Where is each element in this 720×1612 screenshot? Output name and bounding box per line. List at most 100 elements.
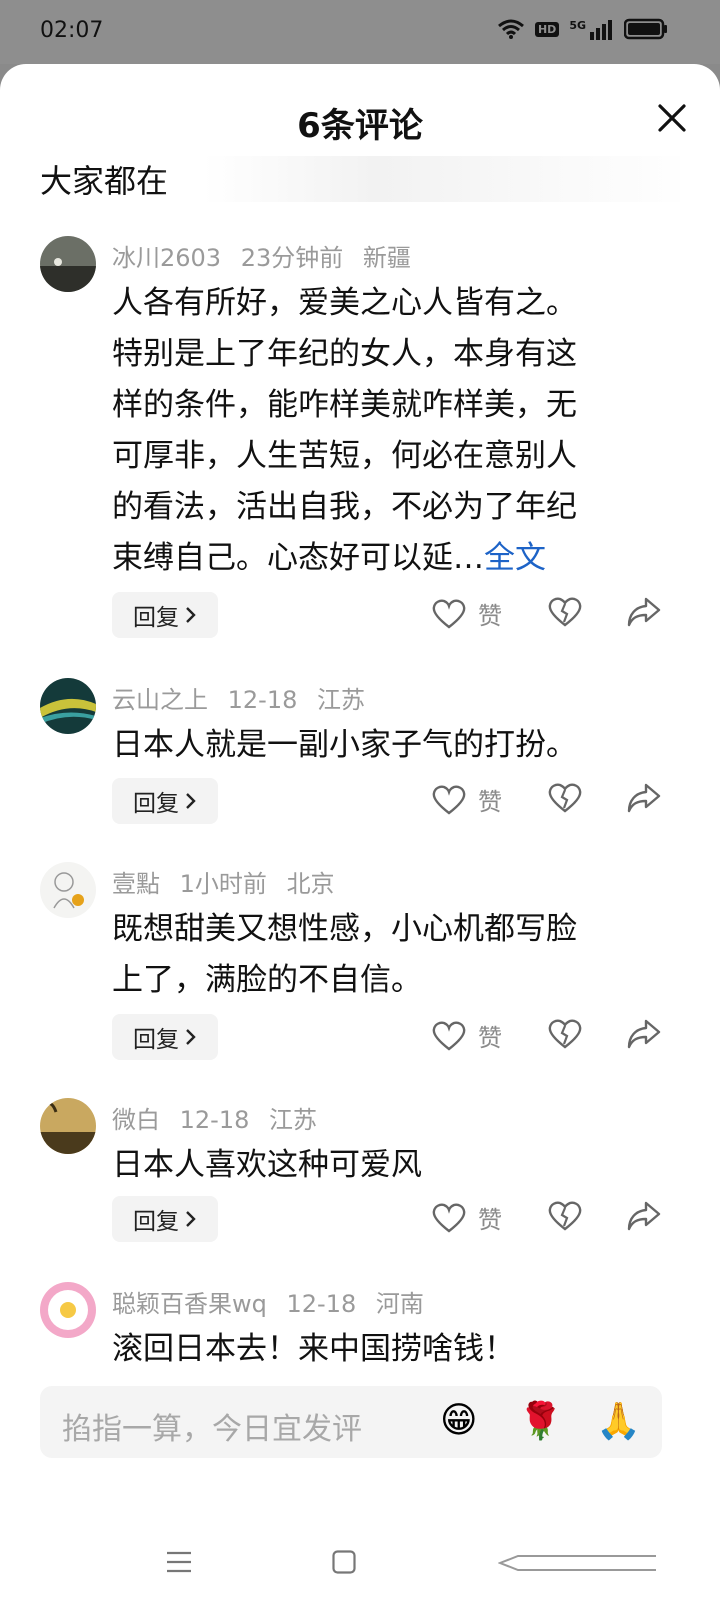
comment-text: 日本人就是一副小家子气的打扮。	[112, 720, 652, 771]
comment-location: 新疆	[362, 244, 411, 272]
comment-location: 江苏	[269, 1106, 318, 1134]
comment-username[interactable]: 壹點	[112, 870, 160, 898]
status-icons: HD 5G	[497, 18, 668, 40]
like-label: 赞	[478, 602, 502, 630]
comment-username[interactable]: 冰川2603	[112, 244, 221, 272]
share-icon[interactable]	[626, 1200, 662, 1232]
broken-heart-icon[interactable]	[548, 782, 582, 814]
status-time: 02:07	[40, 18, 104, 43]
like-label: 赞	[478, 788, 502, 816]
comment-input[interactable]: 掐指一算，今日宜发评 😁 🌹 🙏	[40, 1386, 662, 1458]
reply-button[interactable]: 回复	[112, 778, 218, 824]
back-icon[interactable]	[498, 1554, 658, 1572]
comment-actions: 回复 赞	[112, 592, 682, 638]
scrolling-fade	[160, 156, 680, 202]
network-type-badge: 5G	[569, 18, 586, 32]
comment-line: 人各有所好，爱美之心人皆有之。	[112, 285, 577, 321]
comment-username[interactable]: 聪颖百香果wq	[112, 1290, 267, 1318]
comment-line: 束缚自己。心态好可以延…	[112, 540, 484, 576]
grin-emoji-icon[interactable]: 😁	[440, 1400, 478, 1441]
reply-label: 回复	[133, 1209, 179, 1235]
comment-line: 上了，满脸的不自信。	[112, 962, 422, 998]
chevron-right-icon	[186, 1029, 196, 1045]
heart-icon	[432, 599, 466, 629]
comment-line-last: 束缚自己。心态好可以延…全文	[112, 533, 652, 584]
scrolling-hint-text: 大家都在	[40, 162, 169, 200]
broken-heart-icon[interactable]	[548, 1200, 582, 1232]
comment-meta: 聪颖百香果wq 12-18 河南	[112, 1284, 436, 1319]
comment-time: 12-18	[286, 1290, 357, 1318]
reply-label: 回复	[133, 1027, 179, 1053]
broken-heart-icon[interactable]	[548, 596, 582, 628]
system-nav-bar	[0, 1504, 720, 1612]
pray-emoji-icon[interactable]: 🙏	[596, 1400, 641, 1442]
scrolling-hint: 大家都在	[40, 156, 680, 202]
avatar[interactable]	[40, 1282, 96, 1338]
chevron-right-icon	[186, 1211, 196, 1227]
comment-text: 滚回日本去！来中国捞啥钱！	[112, 1324, 652, 1375]
share-icon[interactable]	[626, 782, 662, 814]
comment-actions: 回复 赞	[112, 1196, 682, 1242]
chevron-right-icon	[186, 607, 196, 623]
avatar[interactable]	[40, 862, 96, 918]
like-button[interactable]: 赞	[432, 1200, 502, 1235]
comment-time: 1小时前	[179, 870, 267, 898]
heart-icon	[432, 1021, 466, 1051]
comment-text: 日本人喜欢这种可爱风	[112, 1140, 652, 1191]
comment-actions: 回复 赞	[112, 778, 682, 824]
comment-actions: 回复 赞	[112, 1014, 682, 1060]
comment-meta: 冰川2603 23分钟前 新疆	[112, 238, 423, 273]
comment-username[interactable]: 微白	[112, 1106, 160, 1134]
avatar[interactable]	[40, 236, 96, 292]
comment-line: 日本人喜欢这种可爱风	[112, 1147, 422, 1183]
status-bar: 02:07 HD 5G	[0, 0, 720, 64]
share-icon[interactable]	[626, 1018, 662, 1050]
comment-meta: 壹點 1小时前 北京	[112, 864, 347, 899]
comment-line: 特别是上了年纪的女人，本身有这	[112, 336, 577, 372]
comment-line: 可厚非，人生苦短，何必在意别人	[112, 438, 577, 474]
comment-location: 河南	[375, 1290, 424, 1318]
comment-meta: 微白 12-18 江苏	[112, 1100, 329, 1135]
comment-time: 12-18	[179, 1106, 250, 1134]
heart-icon	[432, 785, 466, 815]
close-icon[interactable]	[654, 100, 690, 136]
comment-username[interactable]: 云山之上	[112, 686, 208, 714]
avatar[interactable]	[40, 678, 96, 734]
comment-meta: 云山之上 12-18 江苏	[112, 680, 377, 715]
broken-heart-icon[interactable]	[548, 1018, 582, 1050]
reply-button[interactable]: 回复	[112, 1196, 218, 1242]
comments-sheet: 6条评论 大家都在 冰川2603 23分钟前 新疆 人各有所好，爱美之心人皆有之…	[0, 64, 720, 1612]
comment-line: 的看法，活出自我，不必为了年纪	[112, 489, 577, 525]
comment-time: 12-18	[227, 686, 298, 714]
sheet-title: 6条评论	[297, 106, 423, 146]
battery-icon	[624, 18, 667, 40]
comment-line: 滚回日本去！来中国捞啥钱！	[112, 1331, 515, 1367]
menu-icon[interactable]	[166, 1550, 192, 1574]
full-text-link[interactable]: 全文	[484, 540, 546, 576]
like-label: 赞	[478, 1024, 502, 1052]
like-button[interactable]: 赞	[432, 1018, 502, 1053]
comment-text: 既想甜美又想性感，小心机都写脸 上了，满脸的不自信。	[112, 904, 652, 1006]
like-button[interactable]: 赞	[432, 782, 502, 817]
chevron-right-icon	[186, 793, 196, 809]
reply-button[interactable]: 回复	[112, 592, 218, 638]
home-icon[interactable]	[332, 1550, 356, 1574]
comment-location: 北京	[286, 870, 335, 898]
comment-line: 既想甜美又想性感，小心机都写脸	[112, 911, 577, 947]
comment-time: 23分钟前	[240, 244, 344, 272]
comment-line: 日本人就是一副小家子气的打扮。	[112, 727, 577, 763]
share-icon[interactable]	[626, 596, 662, 628]
signal-icon	[590, 20, 612, 40]
heart-icon	[432, 1203, 466, 1233]
reply-label: 回复	[133, 605, 179, 631]
reply-button[interactable]: 回复	[112, 1014, 218, 1060]
reply-label: 回复	[133, 791, 179, 817]
like-button[interactable]: 赞	[432, 596, 502, 631]
rose-emoji-icon[interactable]: 🌹	[518, 1400, 563, 1442]
like-label: 赞	[478, 1206, 502, 1234]
comment-line: 样的条件，能咋样美就咋样美，无	[112, 387, 577, 423]
comment-input-placeholder: 掐指一算，今日宜发评	[62, 1412, 362, 1447]
comment-location: 江苏	[317, 686, 366, 714]
avatar[interactable]	[40, 1098, 96, 1154]
wifi-icon	[498, 19, 524, 39]
